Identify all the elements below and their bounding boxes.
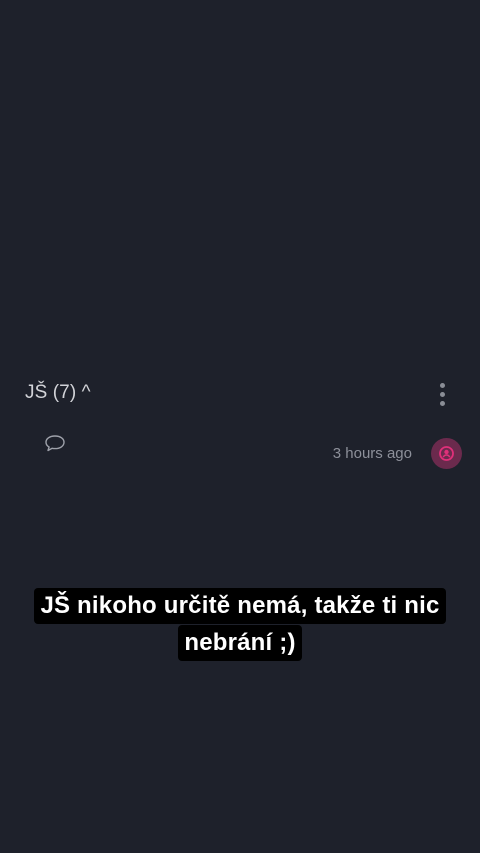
caption-line: nebrání ;): [178, 625, 302, 661]
post-timestamp: 3 hours ago: [332, 445, 412, 462]
user-avatar-icon: [439, 446, 454, 461]
post-title[interactable]: JŠ (7) ^: [25, 382, 91, 404]
avatar[interactable]: [431, 438, 462, 469]
more-vertical-icon-dot: [440, 401, 445, 406]
post-header: JŠ (7) ^: [0, 372, 480, 416]
more-vertical-icon-dot: [440, 392, 445, 397]
caption-line: JŠ nikoho určitě nemá, takže ti nic: [34, 588, 446, 624]
more-options-button[interactable]: [428, 380, 458, 410]
video-caption: JŠ nikoho určitě nemá, takže ti nic nebr…: [0, 588, 480, 662]
comment-bubble-icon: [45, 435, 65, 452]
more-vertical-icon: [440, 383, 445, 388]
comment-button[interactable]: [41, 430, 69, 456]
